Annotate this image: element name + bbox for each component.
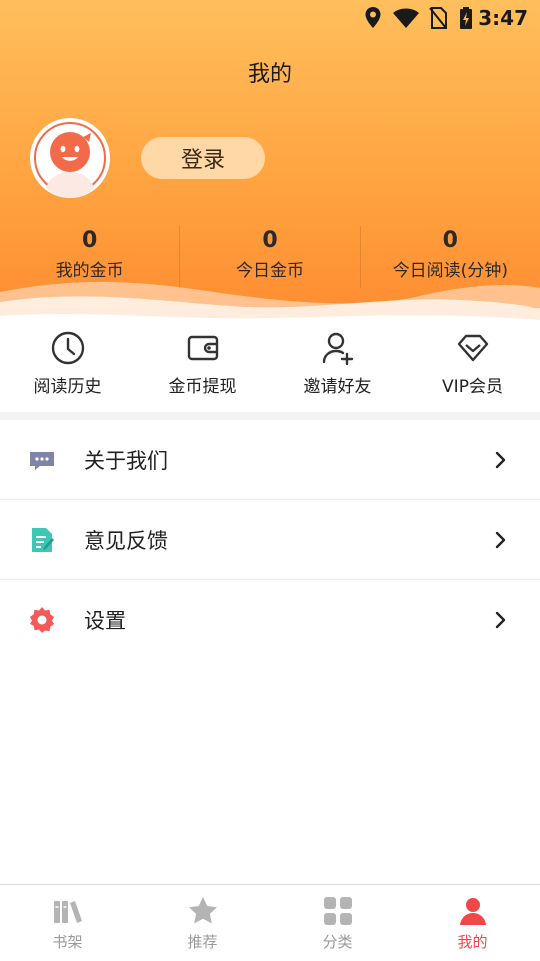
status-bar: 3:47	[0, 0, 540, 36]
quick-label: 阅读历史	[33, 377, 102, 397]
settings-menu: 关于我们 意见反馈 设置	[0, 420, 540, 659]
add-user-icon	[322, 332, 353, 366]
quick-actions: 阅读历史 金币提现 邀请好友 VIP会员	[0, 328, 540, 412]
section-divider	[0, 412, 540, 420]
quick-reading-history[interactable]: 阅读历史	[0, 328, 135, 412]
tab-label: 书架	[52, 933, 83, 951]
stat-value: 0	[82, 228, 98, 253]
menu-label: 设置	[84, 608, 126, 633]
chevron-right-icon	[495, 611, 506, 628]
grid-icon	[323, 897, 352, 925]
tab-bookshelf[interactable]: 书架	[0, 885, 135, 961]
battery-charging-icon	[460, 7, 472, 29]
tab-label: 推荐	[187, 933, 218, 951]
tab-label: 我的	[457, 933, 488, 951]
chevron-right-icon	[495, 451, 506, 468]
avatar-face-icon	[32, 120, 108, 198]
stat-value: 0	[442, 228, 458, 253]
stat-value: 0	[262, 228, 278, 253]
quick-label: 邀请好友	[303, 377, 372, 397]
clock-icon	[51, 331, 84, 365]
wallet-icon	[187, 335, 218, 361]
avatar[interactable]	[30, 118, 110, 198]
quick-vip-member[interactable]: VIP会员	[405, 328, 540, 412]
menu-item-about-us[interactable]: 关于我们	[0, 420, 540, 500]
page-title: 我的	[247, 62, 292, 87]
bookshelf-icon	[53, 901, 82, 923]
location-icon	[365, 7, 381, 28]
quick-label: 金币提现	[168, 377, 237, 397]
no-sim-icon	[429, 7, 447, 29]
feedback-icon	[32, 527, 54, 552]
tab-recommend[interactable]: 推荐	[135, 885, 270, 961]
menu-label: 意见反馈	[84, 528, 168, 553]
chat-bubble-icon	[30, 451, 54, 470]
star-icon	[188, 897, 217, 924]
profile-header: 3:47 我的 登录 0 我的金币 0 今日金币 0 今日阅读(分钟)	[0, 0, 540, 330]
gear-icon	[30, 606, 54, 633]
quick-coin-withdraw[interactable]: 金币提现	[135, 328, 270, 412]
header-wave-decoration	[0, 281, 540, 330]
chevron-right-icon	[495, 531, 506, 548]
status-time: 3:47	[478, 6, 528, 30]
tab-category[interactable]: 分类	[270, 885, 405, 961]
person-icon	[459, 898, 486, 925]
login-button[interactable]: 登录	[141, 137, 265, 179]
tab-mine[interactable]: 我的	[405, 885, 540, 961]
wifi-icon	[393, 8, 419, 28]
menu-label: 关于我们	[84, 448, 168, 473]
quick-label: VIP会员	[442, 377, 503, 397]
menu-item-settings[interactable]: 设置	[0, 580, 540, 659]
menu-item-feedback[interactable]: 意见反馈	[0, 500, 540, 580]
bottom-tab-bar: 书架 推荐 分类 我的	[0, 884, 540, 961]
tab-label: 分类	[322, 933, 353, 951]
diamond-icon	[457, 334, 488, 362]
quick-invite-friends[interactable]: 邀请好友	[270, 328, 405, 412]
